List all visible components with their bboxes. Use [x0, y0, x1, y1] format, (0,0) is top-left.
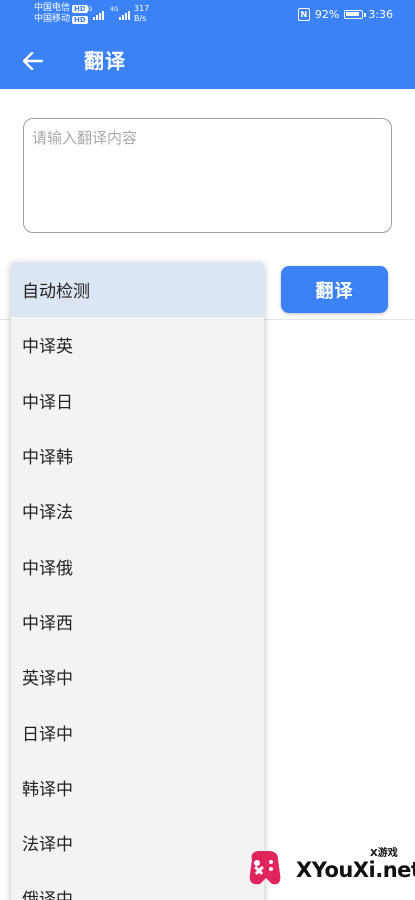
dropdown-item-ko-zh[interactable]: 韩译中	[11, 760, 264, 815]
dropdown-item-ja-zh[interactable]: 日译中	[11, 704, 264, 759]
dropdown-item-zh-ko[interactable]: 中译韩	[11, 428, 264, 483]
dropdown-item-zh-en[interactable]: 中译英	[11, 317, 264, 372]
language-dropdown-menu: 自动检测 中译英 中译日 中译韩 中译法 中译俄 中译西 英译中 日译中 韩译中…	[11, 262, 264, 900]
battery-icon	[344, 10, 367, 19]
battery-percent: 92%	[314, 8, 340, 21]
signal-strength-icon: 4G	[110, 6, 130, 20]
clock: 3:36	[368, 8, 393, 21]
translate-input[interactable]	[23, 118, 392, 233]
page-title: 翻译	[84, 49, 126, 73]
network-speed-value: 317	[134, 4, 150, 13]
translate-button[interactable]: 翻译	[281, 266, 388, 313]
dropdown-item-zh-fr[interactable]: 中译法	[11, 483, 264, 538]
dropdown-item-zh-es[interactable]: 中译西	[11, 594, 264, 649]
screen: 中国电信 HD 中国移动 HD 4G 4G 317 B/s N 92% 3:36…	[0, 0, 415, 900]
network-speed-unit: B/s	[134, 14, 147, 23]
battery-level	[346, 12, 360, 16]
network-type-label: 4G	[84, 6, 93, 13]
back-button[interactable]	[18, 46, 48, 76]
dropdown-item-fr-zh[interactable]: 法译中	[11, 815, 264, 870]
dropdown-item-zh-ja[interactable]: 中译日	[11, 373, 264, 428]
dropdown-item-zh-ru[interactable]: 中译俄	[11, 538, 264, 593]
dropdown-item-auto-detect[interactable]: 自动检测	[11, 262, 264, 318]
top-bar: 中国电信 HD 中国移动 HD 4G 4G 317 B/s N 92% 3:36…	[0, 0, 415, 89]
carrier-info: 中国电信 HD 中国移动 HD	[34, 3, 88, 25]
status-bar: 中国电信 HD 中国移动 HD 4G 4G 317 B/s N 92% 3:36	[0, 0, 415, 31]
signal-strength-icon: 4G	[84, 6, 104, 20]
gamepad-logo-icon	[249, 851, 281, 885]
dropdown-item-ru-zh[interactable]: 俄译中	[11, 870, 264, 900]
status-right: N 92% 3:36	[297, 8, 393, 21]
carrier-2: 中国移动	[34, 14, 71, 24]
watermark: X游戏 XYouXi.net	[244, 842, 415, 894]
network-type-label: 4G	[110, 6, 119, 13]
watermark-big-text: XYouXi.net	[296, 858, 415, 882]
network-speed: 317 B/s	[134, 4, 149, 24]
dropdown-item-en-zh[interactable]: 英译中	[11, 649, 264, 704]
nfc-icon: N	[297, 8, 310, 21]
arrow-left-icon	[23, 52, 43, 70]
carrier-1: 中国电信	[34, 3, 71, 13]
watermark-small-text: X游戏	[370, 848, 398, 859]
signal-indicators: 4G 4G	[84, 6, 130, 20]
